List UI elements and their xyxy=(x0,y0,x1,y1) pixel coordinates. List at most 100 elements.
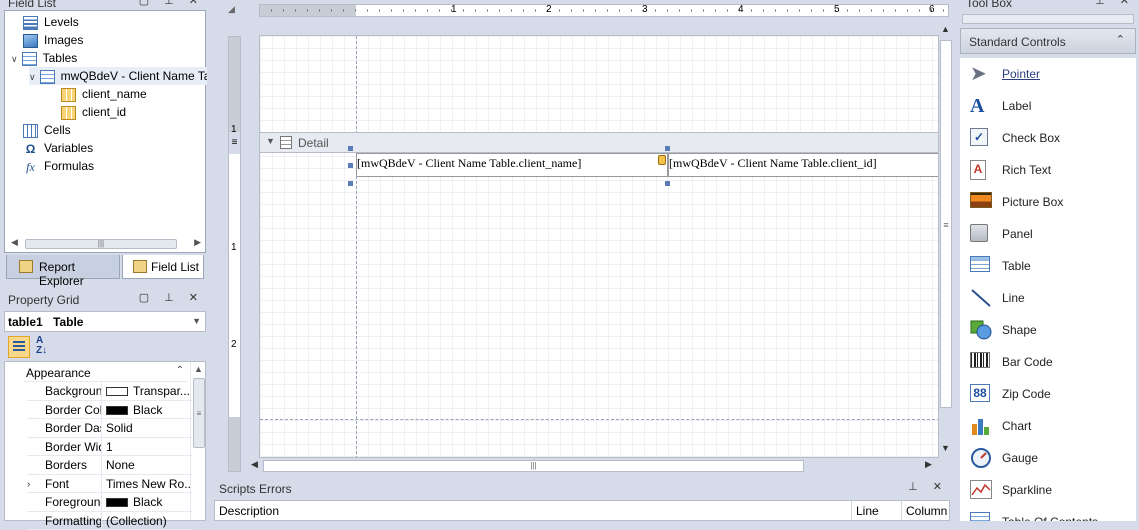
property-vscrollbar[interactable]: ▲ ≡ xyxy=(190,362,206,520)
chevron-down-icon[interactable]: ∨ xyxy=(11,54,18,64)
tool-bar-code[interactable]: Bar Code xyxy=(960,346,1136,378)
detail-band-header[interactable]: ▼ Detail xyxy=(260,132,939,153)
tool-label: Picture Box xyxy=(1002,186,1063,218)
property-row[interactable]: Border Width1 xyxy=(27,438,192,457)
scroll-right-icon[interactable]: ▶ xyxy=(194,237,201,248)
col-description[interactable]: Description xyxy=(219,504,279,518)
alphabetical-button[interactable]: AZ↓ xyxy=(36,336,58,358)
band-ruler-handle[interactable]: ≡ xyxy=(229,132,240,154)
omega-icon: Ω xyxy=(23,142,38,156)
tree-item-images[interactable]: Images xyxy=(23,31,83,49)
tool-panel[interactable]: Panel xyxy=(960,218,1136,250)
tool-pointer[interactable]: ➤ Pointer xyxy=(960,58,1136,90)
scroll-left-icon[interactable]: ◀ xyxy=(251,459,258,470)
category-appearance[interactable]: Appearance ⌃ xyxy=(23,364,188,382)
tree-item-levels[interactable]: Levels xyxy=(23,13,79,31)
property-row[interactable]: BordersNone xyxy=(27,456,192,475)
property-value[interactable]: Black xyxy=(106,493,192,511)
tree-item-client-id[interactable]: client_id xyxy=(61,103,126,121)
field-list-window-buttons[interactable]: ▢ ⊥ ✕ xyxy=(139,0,204,7)
selection-handle[interactable] xyxy=(348,146,353,151)
tab-report-explorer[interactable]: Report Explorer xyxy=(6,255,120,279)
selection-handle[interactable] xyxy=(665,146,670,151)
tree-item-tables[interactable]: ∨Tables xyxy=(11,49,77,67)
selection-handle[interactable] xyxy=(348,181,353,186)
chevron-up-icon[interactable]: ⌃ xyxy=(1116,33,1125,46)
toolbox-window-buttons[interactable]: ⊥ ✕ xyxy=(1095,0,1135,7)
property-value[interactable]: Solid xyxy=(106,419,192,437)
property-row[interactable]: Border ColorBlack xyxy=(27,401,192,420)
property-row[interactable]: Font Times New Ro... xyxy=(27,475,192,494)
smart-tag-icon[interactable] xyxy=(658,155,666,165)
property-key: Font xyxy=(27,475,102,493)
property-value[interactable]: 1 xyxy=(106,438,192,456)
scripts-window-buttons[interactable]: ⊥ ✕ xyxy=(908,480,948,493)
ruler-label: 1 xyxy=(451,4,457,15)
col-column[interactable]: Column xyxy=(906,504,947,518)
tool-line[interactable]: Line xyxy=(960,282,1136,314)
tool-check-box[interactable]: ✓ Check Box xyxy=(960,122,1136,154)
tree-item-client-table[interactable]: ∨mwQBdeV - Client Name Table xyxy=(29,67,207,85)
toolbox-search[interactable] xyxy=(962,14,1134,24)
chevron-down-icon[interactable]: ∨ xyxy=(29,72,36,82)
designer-vscrollbar[interactable]: ▲ ≡ ▼ xyxy=(938,24,954,456)
tool-table-of-contents[interactable]: Table Of Contents xyxy=(960,506,1136,521)
tool-table[interactable]: Table xyxy=(960,250,1136,282)
col-line[interactable]: Line xyxy=(856,504,879,518)
toolbox-group-header[interactable]: Standard Controls ⌃ xyxy=(960,28,1136,54)
tool-zip-code[interactable]: 88 Zip Code xyxy=(960,378,1136,410)
tree-hscrollbar[interactable]: ◀ ||| ▶ xyxy=(9,237,201,251)
scroll-thumb[interactable]: ||| xyxy=(263,460,804,472)
tool-label[interactable]: A Label xyxy=(960,90,1136,122)
scroll-thumb[interactable]: ≡ xyxy=(940,40,952,408)
dropdown-arrow-icon[interactable]: ▼ xyxy=(192,316,201,326)
collapse-band-icon[interactable]: ▼ xyxy=(266,136,275,146)
tool-shape[interactable]: Shape xyxy=(960,314,1136,346)
tree-item-variables[interactable]: ΩVariables xyxy=(23,139,93,157)
report-page[interactable]: ▼ Detail [mwQBdeV - Client Name Table.cl… xyxy=(259,35,939,458)
property-value-text: Times New Ro... xyxy=(106,477,192,491)
tool-gauge[interactable]: Gauge xyxy=(960,442,1136,474)
property-grid-window-buttons[interactable]: ▢ ⊥ ✕ xyxy=(139,291,204,304)
scroll-up-icon[interactable]: ▲ xyxy=(941,24,950,34)
tab-field-list[interactable]: Field List xyxy=(122,255,204,279)
cell-text: [mwQBdeV - Client Name Table.client_name… xyxy=(357,156,581,171)
tool-label: Chart xyxy=(1002,410,1031,442)
tool-rich-text[interactable]: A Rich Text xyxy=(960,154,1136,186)
band-label: Detail xyxy=(298,136,329,150)
property-row[interactable]: BackgroundTranspar... xyxy=(27,382,192,401)
tool-chart[interactable]: Chart xyxy=(960,410,1136,442)
tree-item-formulas[interactable]: fxFormulas xyxy=(23,157,94,175)
property-row[interactable]: ForegroundBlack xyxy=(27,493,192,512)
tree-item-cells[interactable]: Cells xyxy=(23,121,71,139)
property-value[interactable]: Black xyxy=(106,401,192,419)
scroll-left-icon[interactable]: ◀ xyxy=(11,237,18,248)
property-value-text: Black xyxy=(133,495,162,509)
tree-item-client-name[interactable]: client_name xyxy=(61,85,147,103)
property-grid-panel: Property Grid ▢ ⊥ ✕ table1 Table ▼ AZ↓ A… xyxy=(0,289,208,521)
object-selector[interactable]: table1 Table ▼ xyxy=(4,311,206,332)
table-cell-client-id[interactable]: [mwQBdeV - Client Name Table.client_id] xyxy=(668,153,939,177)
property-grid-title: Property Grid xyxy=(4,291,79,309)
tool-sparkline[interactable]: Sparkline xyxy=(960,474,1136,506)
tab-label: Report Explorer xyxy=(39,260,119,288)
property-value[interactable]: None xyxy=(106,456,192,474)
scroll-up-icon[interactable]: ▲ xyxy=(194,364,203,374)
design-grid xyxy=(260,36,939,458)
selection-handle[interactable] xyxy=(665,181,670,186)
chevron-right-icon[interactable]: › xyxy=(27,479,30,490)
property-row[interactable]: Border DashSolid xyxy=(27,419,192,438)
chevron-up-icon[interactable]: ⌃ xyxy=(176,365,184,376)
property-value[interactable]: Transpar... xyxy=(106,382,192,400)
table-cell-client-name[interactable]: [mwQBdeV - Client Name Table.client_name… xyxy=(356,153,668,177)
selection-handle[interactable] xyxy=(348,163,353,168)
scroll-down-icon[interactable]: ▼ xyxy=(941,443,950,453)
scroll-thumb[interactable]: ||| xyxy=(25,239,177,249)
tool-picture-box[interactable]: Picture Box xyxy=(960,186,1136,218)
property-value[interactable]: Times New Ro... xyxy=(106,475,192,493)
categorized-button[interactable] xyxy=(8,336,30,358)
scroll-right-icon[interactable]: ▶ xyxy=(925,459,932,470)
scroll-thumb[interactable]: ≡ xyxy=(193,378,205,448)
cells-icon xyxy=(23,124,38,138)
designer-hscrollbar[interactable]: ◀ ||| ▶ xyxy=(247,459,937,473)
